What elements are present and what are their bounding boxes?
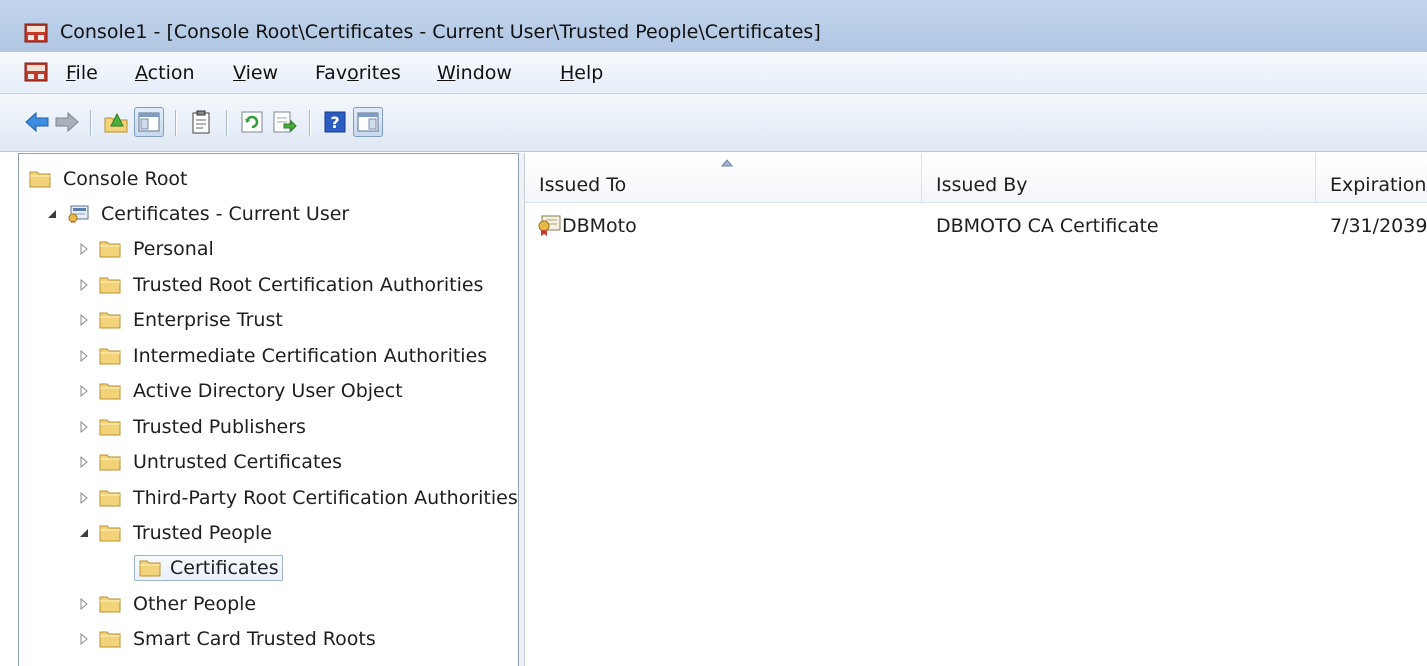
column-header-expiration-date[interactable]: Expiration Date [1316, 153, 1427, 203]
folder-icon [99, 277, 121, 294]
menu-favorites[interactable]: Favorites [315, 62, 401, 84]
up-folder-icon [104, 112, 128, 133]
menu-window[interactable]: Window [437, 62, 512, 84]
show-hide-action-pane-icon [357, 112, 379, 132]
certificate-store-icon [68, 205, 89, 223]
back-button[interactable] [22, 107, 52, 137]
up-one-level-button[interactable] [101, 107, 131, 137]
refresh-icon [241, 111, 263, 133]
tree-item-personal[interactable]: Personal [77, 234, 217, 264]
folder-icon [99, 348, 121, 365]
collapsed-arrow-icon[interactable] [77, 455, 91, 469]
toolbar-separator [90, 110, 91, 136]
title-bar: Console1 - [Console Root\Certificates - … [0, 0, 1427, 52]
toolbar-separator [309, 110, 310, 136]
column-header-issued-by[interactable]: Issued By [922, 153, 1316, 203]
export-list-icon [273, 111, 297, 133]
tree-item-trusted-root-ca[interactable]: Trusted Root Certification Authorities [77, 270, 486, 300]
svg-text:?: ? [330, 113, 339, 132]
tree-item-trusted-people[interactable]: Trusted People [77, 518, 275, 548]
cell-issued-by: DBMOTO CA Certificate [936, 215, 1159, 237]
export-list-button[interactable] [270, 107, 300, 137]
collapsed-arrow-icon[interactable] [77, 384, 91, 398]
folder-icon [29, 171, 51, 188]
sort-ascending-icon [721, 159, 733, 167]
tree-item-intermediate-ca[interactable]: Intermediate Certification Authorities [77, 341, 490, 371]
certificate-list: Issued To Issued By Expiration Date DBMo… [525, 153, 1427, 666]
folder-icon [99, 312, 121, 329]
console-tree: Console Root Certificates - Current User… [18, 153, 519, 666]
help-button[interactable]: ? [320, 107, 350, 137]
expanded-arrow-icon[interactable] [45, 207, 59, 221]
forward-button[interactable] [52, 107, 82, 137]
window-title: Console1 - [Console Root\Certificates - … [60, 21, 821, 43]
folder-icon [99, 631, 121, 648]
tree-item-certificates-current-user[interactable]: Certificates - Current User [45, 199, 352, 229]
collapsed-arrow-icon[interactable] [77, 597, 91, 611]
tree-item-other-people[interactable]: Other People [77, 589, 259, 619]
tree-item-trusted-publishers[interactable]: Trusted Publishers [77, 412, 309, 442]
menu-help[interactable]: Help [560, 62, 603, 84]
tree-item-smart-card-trusted-roots[interactable]: Smart Card Trusted Roots [77, 624, 379, 654]
toolbar-separator [226, 110, 227, 136]
menu-view[interactable]: View [233, 62, 278, 84]
menu-bar: File Action View Favorites Window Help [0, 52, 1427, 94]
cell-issued-to: DBMoto [562, 215, 637, 237]
clipboard-icon [192, 110, 210, 134]
back-arrow-icon [25, 111, 49, 133]
folder-icon [99, 419, 121, 436]
tree-item-untrusted-certificates[interactable]: Untrusted Certificates [77, 447, 345, 477]
collapsed-arrow-icon[interactable] [77, 242, 91, 256]
collapsed-arrow-icon[interactable] [77, 313, 91, 327]
forward-arrow-icon [55, 111, 79, 133]
cell-expiration-date: 7/31/2039 [1330, 215, 1427, 237]
column-header-issued-to[interactable]: Issued To [525, 153, 922, 203]
mmc-console-icon [24, 23, 48, 43]
properties-button[interactable] [186, 107, 216, 137]
folder-icon [99, 490, 121, 507]
folder-icon [99, 241, 121, 258]
collapsed-arrow-icon[interactable] [77, 491, 91, 505]
toolbar: ? [0, 94, 1427, 152]
tree-item-certificates-selected[interactable]: Certificates [134, 553, 283, 583]
expanded-arrow-icon[interactable] [77, 526, 91, 540]
help-icon: ? [324, 111, 346, 133]
toolbar-separator [175, 110, 176, 136]
show-hide-action-pane-button[interactable] [353, 107, 383, 137]
show-hide-console-tree-icon [138, 112, 160, 132]
collapsed-arrow-icon[interactable] [77, 632, 91, 646]
show-hide-console-tree-button[interactable] [134, 107, 164, 137]
system-menu-icon[interactable] [24, 60, 48, 84]
tree-item-console-root[interactable]: Console Root [29, 164, 191, 194]
collapsed-arrow-icon[interactable] [77, 420, 91, 434]
folder-icon [99, 383, 121, 400]
selection-highlight: Certificates [134, 555, 283, 581]
certificate-icon [538, 215, 561, 236]
folder-icon [99, 454, 121, 471]
folder-icon [99, 596, 121, 613]
collapsed-arrow-icon[interactable] [77, 349, 91, 363]
tree-item-active-directory-user-object[interactable]: Active Directory User Object [77, 376, 406, 406]
folder-icon [99, 525, 121, 542]
menu-action[interactable]: Action [135, 62, 195, 84]
collapsed-arrow-icon[interactable] [77, 278, 91, 292]
refresh-button[interactable] [237, 107, 267, 137]
menu-file[interactable]: File [66, 62, 98, 84]
tree-item-enterprise-trust[interactable]: Enterprise Trust [77, 305, 286, 335]
tree-item-third-party-root-ca[interactable]: Third-Party Root Certification Authoriti… [77, 483, 518, 513]
folder-icon [139, 560, 161, 577]
